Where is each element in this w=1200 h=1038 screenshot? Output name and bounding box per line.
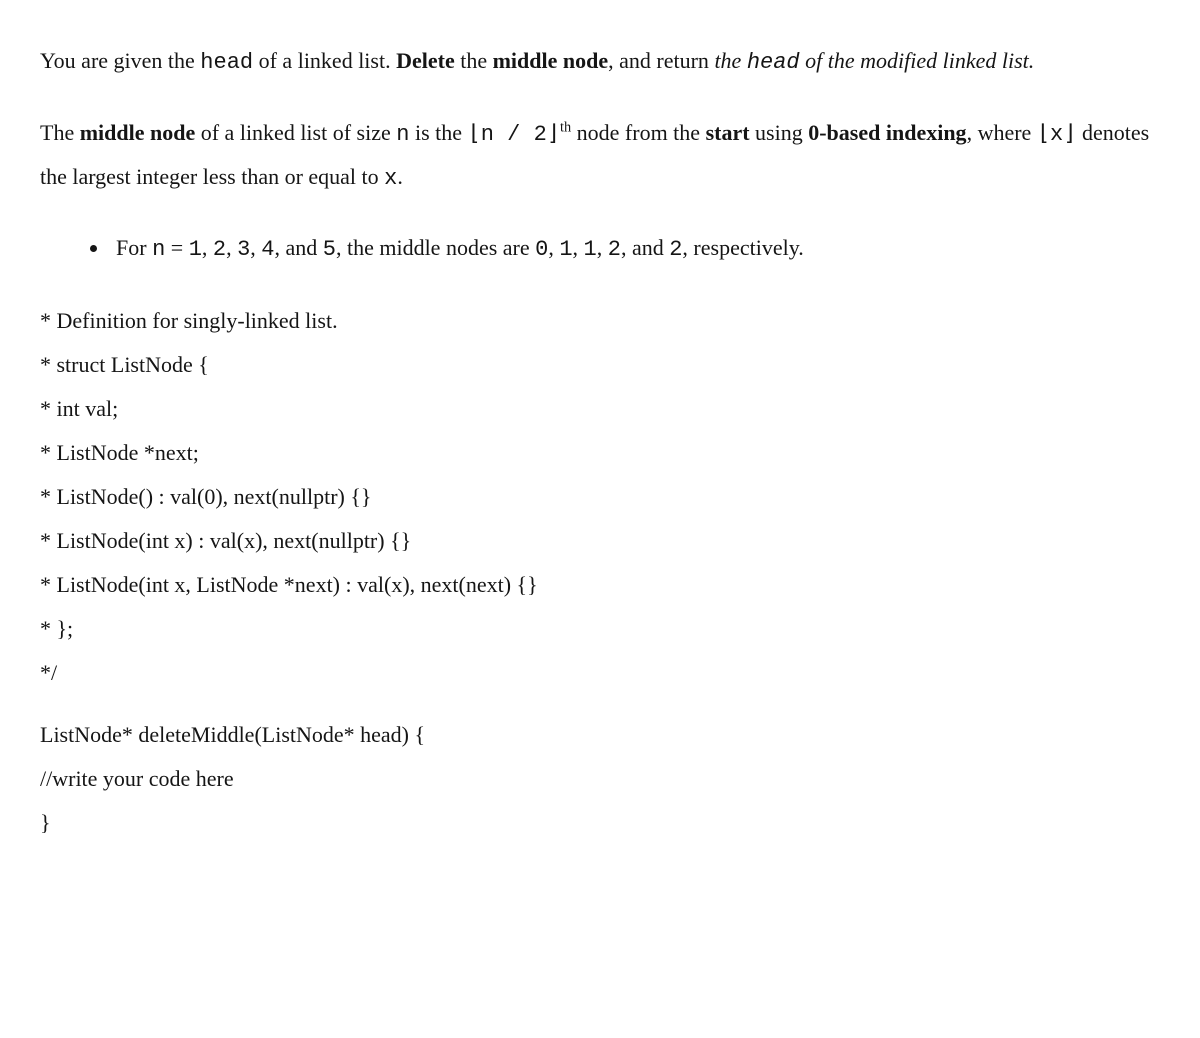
bold-middle-node: middle node <box>80 120 196 145</box>
text: You are given the <box>40 48 200 73</box>
inline-code-n: n <box>396 122 409 147</box>
text: The <box>40 120 80 145</box>
bold-zero-indexing: 0-based indexing <box>808 120 966 145</box>
text: , <box>250 235 261 260</box>
inline-code-n: n <box>152 237 165 262</box>
text: using <box>750 120 809 145</box>
inline-code-head: head <box>200 50 253 75</box>
text: , <box>548 235 559 260</box>
text: , the middle nodes are <box>336 235 535 260</box>
text: node from the <box>571 120 705 145</box>
inline-code-num: 5 <box>323 237 336 262</box>
code-line: //write your code here <box>40 757 1160 801</box>
text: , where <box>967 120 1037 145</box>
text: , <box>226 235 237 260</box>
code-line: * ListNode() : val(0), next(nullptr) {} <box>40 475 1160 519</box>
problem-paragraph-2: The middle node of a linked list of size… <box>40 112 1160 200</box>
inline-code-floor-x: ⌊x⌋ <box>1037 122 1077 147</box>
text: , <box>597 235 608 260</box>
text: , and <box>275 235 323 260</box>
inline-code-num: 1 <box>559 237 572 262</box>
italic-the: the <box>714 48 746 73</box>
text: For <box>116 235 152 260</box>
bold-middle-node: middle node <box>493 48 609 73</box>
inline-code-num: 0 <box>535 237 548 262</box>
text: , and return <box>608 48 714 73</box>
bullet-list: For n = 1, 2, 3, 4, and 5, the middle no… <box>40 227 1160 271</box>
text: . <box>397 164 403 189</box>
code-line: * }; <box>40 607 1160 651</box>
code-line: * int val; <box>40 387 1160 431</box>
code-line: * Definition for singly-linked list. <box>40 299 1160 343</box>
inline-code-head-2: head <box>747 50 800 75</box>
problem-paragraph-1: You are given the head of a linked list.… <box>40 40 1160 84</box>
code-line: * ListNode(int x, ListNode *next) : val(… <box>40 563 1160 607</box>
text: of a linked list of size <box>195 120 396 145</box>
code-block-definition: * Definition for singly-linked list. * s… <box>40 299 1160 695</box>
code-line: * struct ListNode { <box>40 343 1160 387</box>
text: , and <box>621 235 669 260</box>
bold-delete: Delete <box>396 48 455 73</box>
inline-code-floor-expr: ⌊n / 2⌋ <box>468 122 561 147</box>
spacer <box>40 695 1160 713</box>
text: , <box>202 235 213 260</box>
italic-rest: of the modified linked list. <box>800 48 1035 73</box>
inline-code-num: 2 <box>608 237 621 262</box>
code-line: */ <box>40 651 1160 695</box>
text: the <box>455 48 493 73</box>
code-line: * ListNode(int x) : val(x), next(nullptr… <box>40 519 1160 563</box>
text: of a linked list. <box>253 48 396 73</box>
text: , respectively. <box>682 235 803 260</box>
inline-code-num: 2 <box>669 237 682 262</box>
list-item: For n = 1, 2, 3, 4, and 5, the middle no… <box>110 227 1160 271</box>
inline-code-x: x <box>384 166 397 191</box>
inline-code-num: 1 <box>584 237 597 262</box>
bold-start: start <box>706 120 750 145</box>
inline-code-num: 4 <box>261 237 274 262</box>
inline-code-num: 3 <box>237 237 250 262</box>
code-line: * ListNode *next; <box>40 431 1160 475</box>
text: , <box>573 235 584 260</box>
code-line: } <box>40 801 1160 845</box>
code-line: ListNode* deleteMiddle(ListNode* head) { <box>40 713 1160 757</box>
text: is the <box>409 120 467 145</box>
text: = <box>165 235 188 260</box>
inline-code-num: 2 <box>213 237 226 262</box>
inline-code-num: 1 <box>189 237 202 262</box>
code-block-function: ListNode* deleteMiddle(ListNode* head) {… <box>40 713 1160 845</box>
superscript-th: th <box>560 119 571 135</box>
